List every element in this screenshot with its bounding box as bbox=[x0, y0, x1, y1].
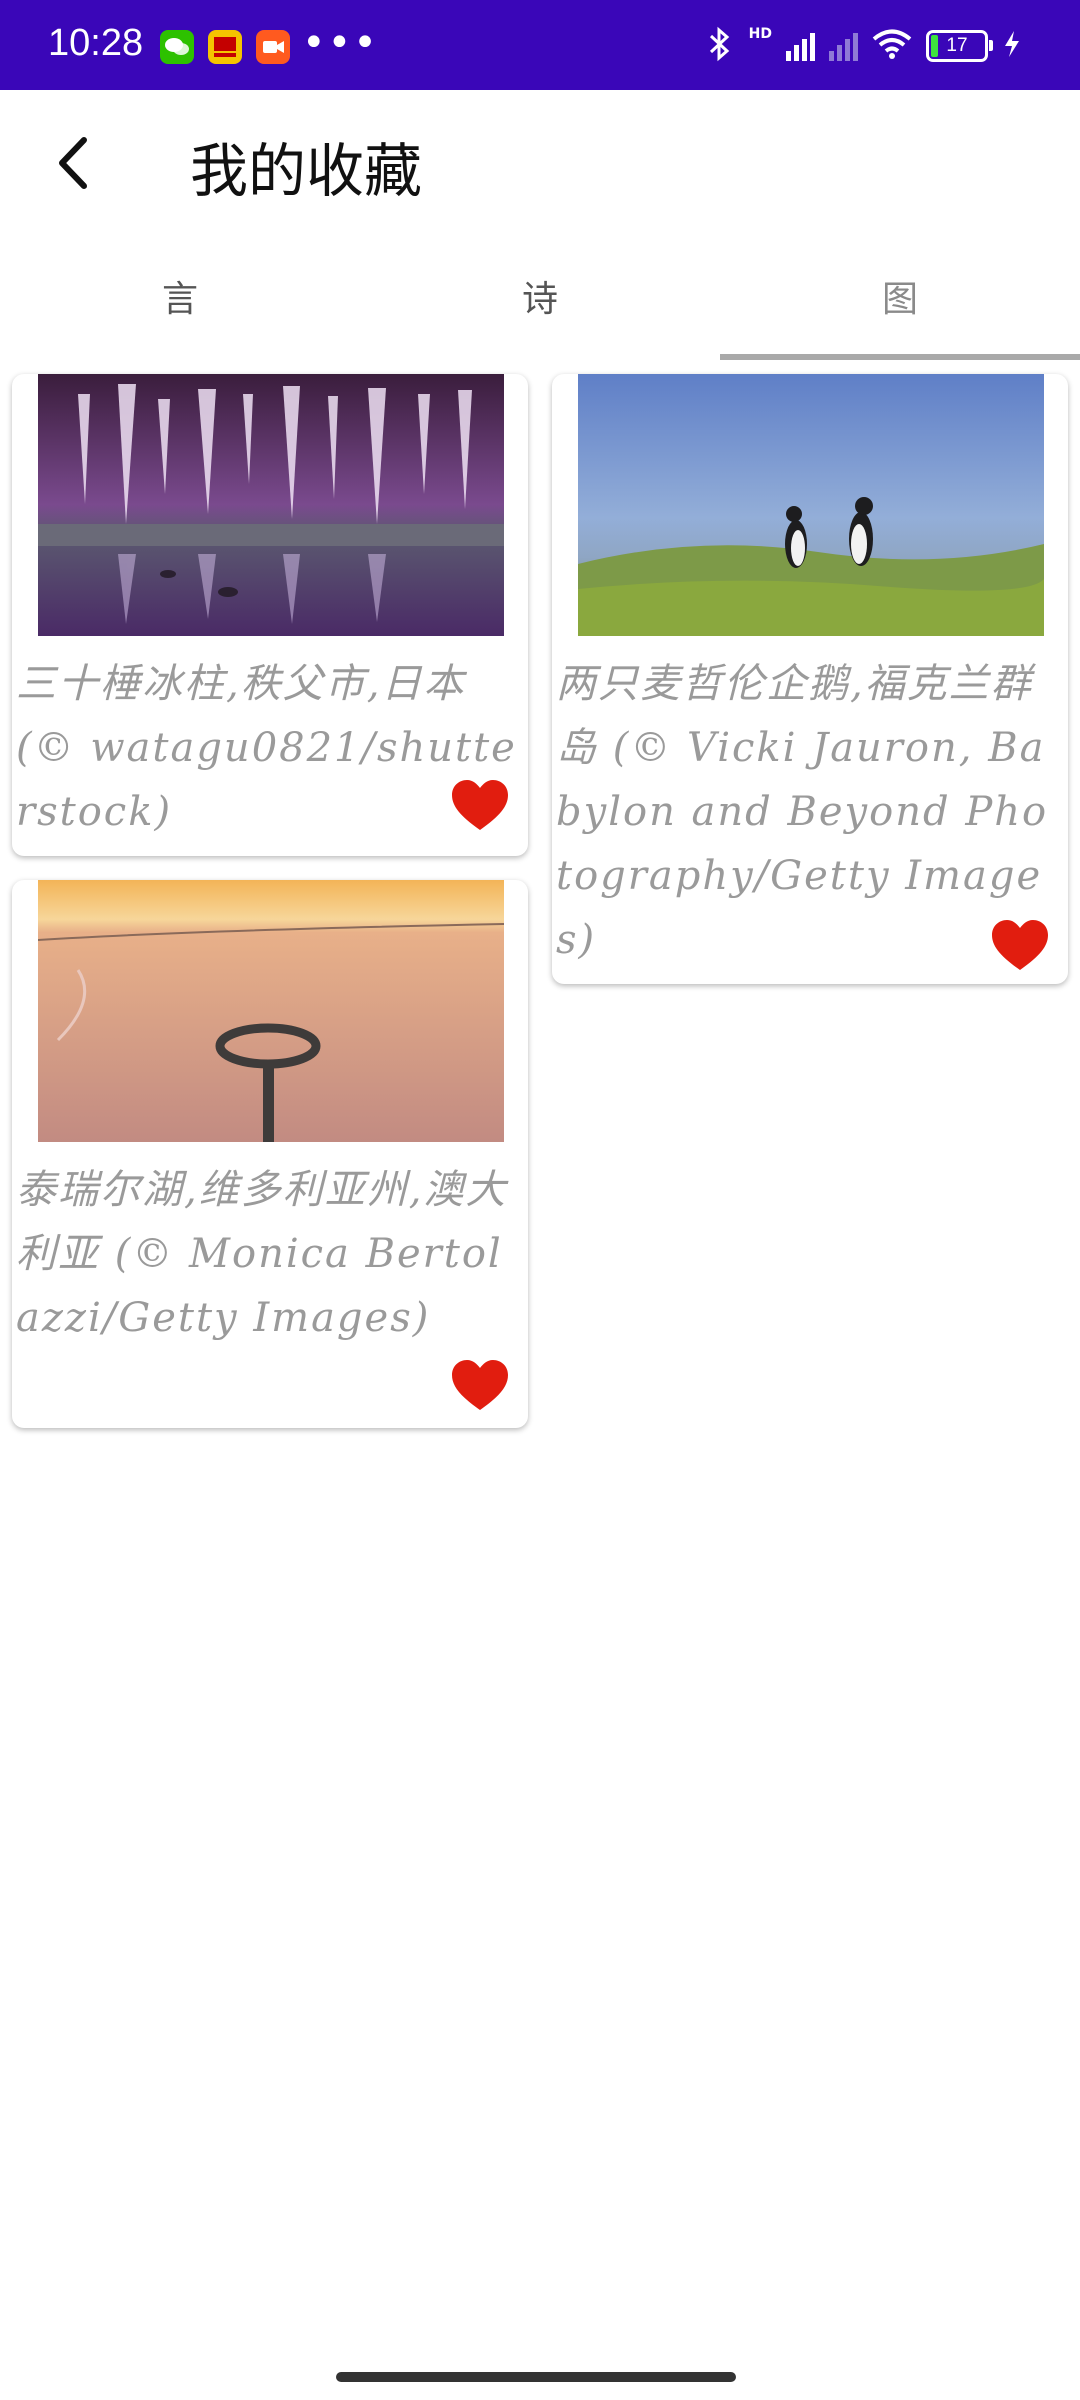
battery-icon: 17 bbox=[926, 30, 993, 62]
favorite-card[interactable]: 泰瑞尔湖,维多利亚州,澳大利亚 (© Monica Bertolazzi/Get… bbox=[12, 880, 528, 1428]
signal-strength-icon bbox=[786, 31, 815, 61]
page-title: 我的收藏 bbox=[190, 137, 423, 205]
more-notifications-icon: ••• bbox=[302, 20, 379, 66]
home-indicator[interactable] bbox=[336, 2372, 736, 2382]
favorite-image[interactable] bbox=[38, 880, 504, 1142]
charging-icon bbox=[1002, 29, 1022, 63]
favorite-image[interactable] bbox=[578, 374, 1044, 636]
wechat-icon bbox=[160, 30, 194, 64]
back-button[interactable] bbox=[48, 128, 98, 198]
status-bar: 10:28 ••• HD 17 bbox=[0, 0, 1080, 90]
battery-level: 17 bbox=[946, 35, 968, 56]
tab-sayings[interactable]: 言 bbox=[0, 250, 360, 354]
tab-bar: 言 诗 图 bbox=[0, 250, 1080, 360]
favorite-image[interactable] bbox=[38, 374, 504, 636]
bluetooth-icon bbox=[705, 26, 735, 66]
chevron-left-icon bbox=[59, 137, 87, 189]
video-call-icon bbox=[256, 30, 290, 64]
signal-strength-2-icon bbox=[829, 31, 858, 61]
favorite-caption: 泰瑞尔湖,维多利亚州,澳大利亚 (© Monica Bertolazzi/Get… bbox=[16, 1167, 508, 1341]
heart-icon[interactable] bbox=[450, 778, 510, 832]
tab-poems[interactable]: 诗 bbox=[360, 250, 720, 354]
favorite-caption: 两只麦哲伦企鹅,福克兰群岛 (© Vicki Jauron, Babylon a… bbox=[556, 661, 1049, 963]
favorite-card[interactable]: 两只麦哲伦企鹅,福克兰群岛 (© Vicki Jauron, Babylon a… bbox=[552, 374, 1068, 984]
hd-indicator: HD bbox=[748, 26, 772, 42]
favorite-card[interactable]: 三十棰冰柱,秩父市,日本 (© watagu0821/shutterstock) bbox=[12, 374, 528, 856]
heart-icon[interactable] bbox=[990, 918, 1050, 972]
heart-icon[interactable] bbox=[450, 1358, 510, 1412]
active-tab-indicator bbox=[720, 354, 1080, 360]
favorite-caption: 三十棰冰柱,秩父市,日本 (© watagu0821/shutterstock) bbox=[16, 661, 517, 835]
tab-images[interactable]: 图 bbox=[720, 250, 1080, 354]
news-app-icon bbox=[208, 30, 242, 64]
wifi-icon bbox=[872, 28, 912, 64]
status-time: 10:28 bbox=[48, 22, 144, 64]
